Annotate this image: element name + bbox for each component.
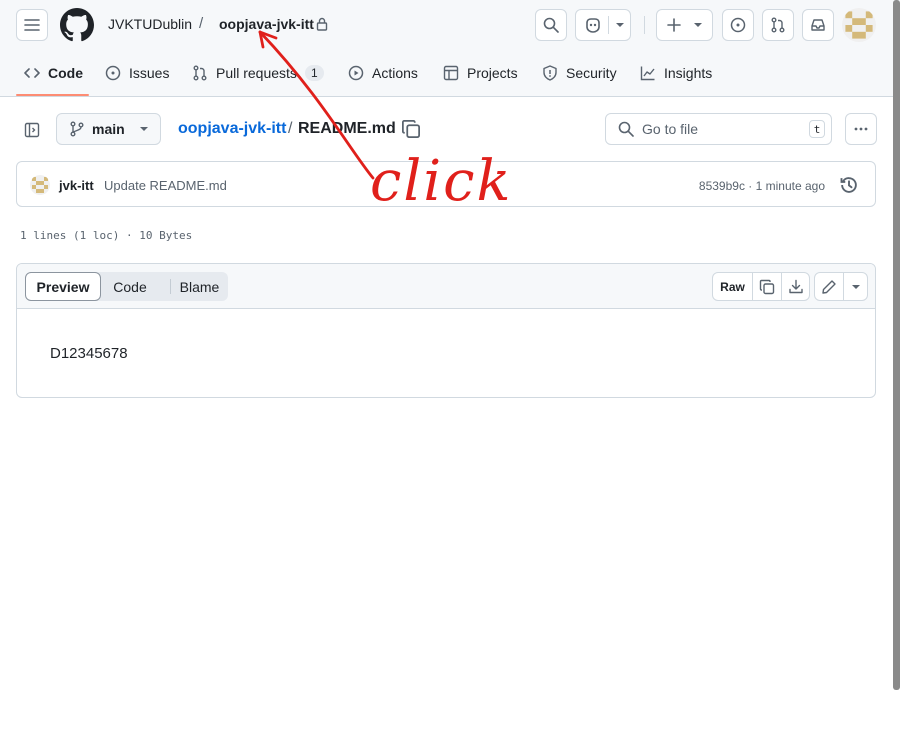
- inbox-icon: [811, 19, 825, 31]
- repo-link[interactable]: oopjava-jvk-itt: [219, 16, 314, 32]
- page-scrollbar[interactable]: [893, 0, 900, 690]
- copilot-button[interactable]: [575, 9, 631, 41]
- git-branch-icon: [70, 121, 84, 137]
- commit-message[interactable]: Update README.md: [104, 178, 227, 193]
- menu-button[interactable]: [16, 9, 48, 41]
- tab-projects-label: Projects: [467, 65, 518, 81]
- tab-projects[interactable]: Projects: [443, 60, 518, 86]
- issues-button[interactable]: [722, 9, 754, 41]
- user-avatar[interactable]: [842, 8, 876, 42]
- shield-icon: [543, 65, 557, 81]
- git-pull-request-icon: [193, 65, 207, 81]
- split-divider: [608, 16, 609, 34]
- edit-actions-group: [814, 272, 868, 301]
- view-mode-switcher: Preview Code Blame: [25, 272, 228, 301]
- commit-author[interactable]: jvk-itt: [59, 178, 94, 193]
- go-to-file-placeholder: Go to file: [642, 121, 699, 137]
- table-icon: [443, 65, 459, 81]
- play-icon: [348, 65, 364, 81]
- path-separator: /: [199, 15, 204, 32]
- git-pull-request-icon: [771, 17, 785, 33]
- hamburger-icon: [24, 19, 40, 31]
- tab-insights-label: Insights: [664, 65, 713, 81]
- tab-code[interactable]: Code: [24, 60, 83, 86]
- keyboard-shortcut-hint: t: [809, 120, 825, 138]
- branch-picker[interactable]: main: [56, 113, 161, 145]
- pencil-icon: [822, 279, 836, 294]
- readme-content: D12345678: [50, 345, 128, 362]
- expand-file-tree-button[interactable]: [18, 116, 46, 144]
- blame-tab[interactable]: Blame: [171, 272, 228, 301]
- tab-issues-label: Issues: [129, 65, 170, 81]
- active-tab-indicator: [16, 94, 89, 96]
- tab-actions[interactable]: Actions: [348, 60, 418, 86]
- lock-icon: [316, 17, 328, 31]
- download-raw-button[interactable]: [782, 273, 810, 300]
- search-button[interactable]: [535, 9, 567, 41]
- owner-link[interactable]: JVKTUDublin: [108, 16, 192, 32]
- tab-pull-requests[interactable]: Pull requests 1: [192, 60, 324, 86]
- code-view-tab[interactable]: Code: [101, 272, 159, 301]
- issue-opened-icon: [730, 17, 746, 33]
- search-icon: [543, 17, 559, 33]
- preview-tab[interactable]: Preview: [25, 272, 101, 301]
- commit-author-avatar[interactable]: [30, 175, 50, 195]
- header-divider: [644, 16, 645, 34]
- edit-file-button[interactable]: [815, 273, 843, 300]
- raw-button[interactable]: Raw: [713, 273, 752, 300]
- identicon-icon: [842, 8, 876, 42]
- tab-security[interactable]: Security: [542, 60, 617, 86]
- breadcrumb-file-name: README.md: [298, 120, 396, 137]
- chevron-down-icon: [694, 23, 702, 27]
- sidebar-expand-icon: [24, 122, 40, 138]
- edit-options-button[interactable]: [844, 273, 868, 300]
- breadcrumb-separator: /: [288, 120, 293, 137]
- tab-insights[interactable]: Insights: [640, 60, 712, 86]
- file-view: Preview Code Blame Raw D12345678: [16, 263, 876, 398]
- create-new-button[interactable]: [656, 9, 713, 41]
- latest-commit-box: jvk-itt Update README.md 8539b9c · 1 min…: [16, 161, 876, 207]
- go-to-file-input[interactable]: Go to file t: [605, 113, 832, 145]
- issue-opened-icon: [105, 65, 121, 81]
- copy-path-icon[interactable]: [401, 119, 421, 139]
- pull-requests-count: 1: [304, 65, 324, 81]
- chevron-down-icon: [616, 23, 624, 27]
- tab-actions-label: Actions: [372, 65, 418, 81]
- breadcrumb-repo-link[interactable]: oopjava-jvk-itt: [178, 120, 286, 138]
- history-icon[interactable]: [839, 175, 859, 195]
- file-stats: 1 lines (1 loc) · 10 Bytes: [20, 229, 193, 242]
- download-icon: [789, 279, 803, 293]
- chevron-down-icon: [852, 284, 860, 289]
- tab-security-label: Security: [566, 65, 617, 81]
- copilot-icon: [586, 18, 600, 33]
- copy-icon: [759, 279, 775, 294]
- raw-label: Raw: [720, 279, 745, 294]
- chevron-down-icon: [139, 127, 148, 131]
- pull-requests-button[interactable]: [762, 9, 794, 41]
- github-logo-icon[interactable]: [60, 8, 94, 42]
- plus-icon: [667, 18, 681, 32]
- copy-raw-button[interactable]: [753, 273, 781, 300]
- commit-sha-time[interactable]: 8539b9c · 1 minute ago: [699, 179, 825, 193]
- repo-header: JVKTUDublin / oopjava-jvk-itt Code Issue…: [0, 0, 900, 97]
- graph-icon: [640, 66, 655, 81]
- identicon-icon: [30, 175, 50, 195]
- search-icon: [618, 121, 634, 137]
- branch-name: main: [92, 121, 125, 137]
- tab-pull-requests-label: Pull requests: [216, 65, 297, 81]
- raw-actions-group: Raw: [712, 272, 810, 301]
- more-options-button[interactable]: [845, 113, 877, 145]
- code-icon: [24, 68, 40, 78]
- file-view-header: Preview Code Blame Raw: [17, 264, 875, 309]
- inbox-button[interactable]: [802, 9, 834, 41]
- tab-code-label: Code: [48, 65, 83, 81]
- tab-issues[interactable]: Issues: [105, 60, 169, 86]
- kebab-horizontal-icon: [854, 127, 868, 131]
